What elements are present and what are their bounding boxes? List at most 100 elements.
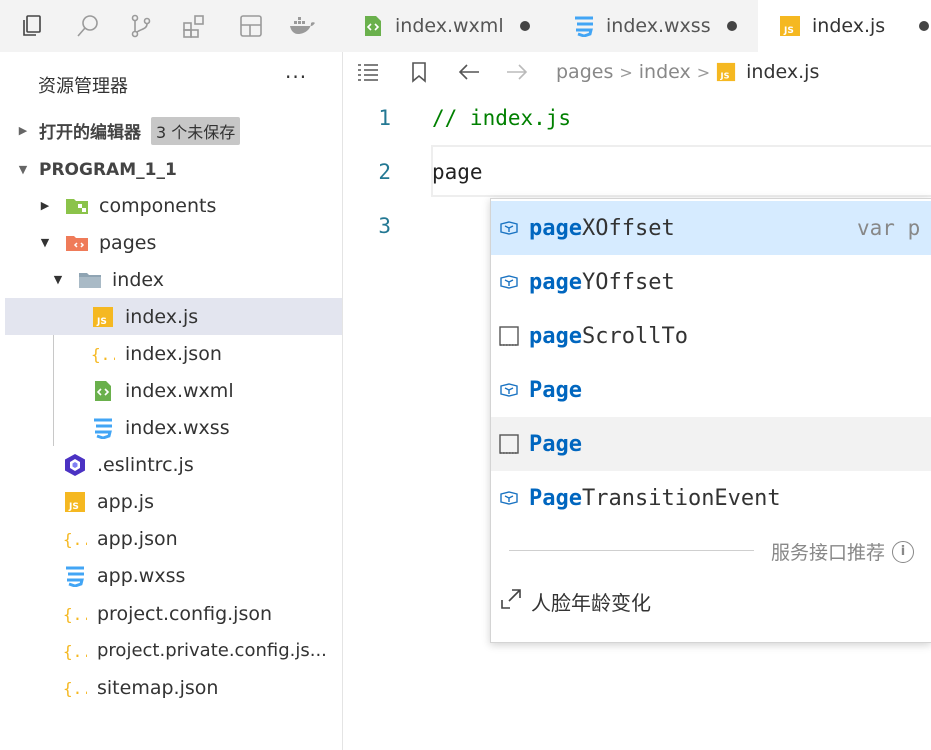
suggestion-item[interactable]: Page	[491, 417, 931, 471]
forward-arrow-icon[interactable]	[505, 60, 529, 84]
tree-item-components[interactable]: ▶ components	[5, 187, 342, 224]
tree-item-index-json[interactable]: {..} index.json	[5, 335, 342, 372]
variable-icon	[497, 216, 521, 240]
suggestion-item[interactable]: Page TransitionEvent	[491, 471, 931, 525]
svg-text:{..}: {..}	[63, 530, 87, 549]
chevron-right-icon: ▶	[40, 199, 50, 212]
layout-icon[interactable]	[237, 12, 265, 40]
tab-index-js[interactable]: JS index.js	[758, 0, 931, 52]
tree-item-label: index	[112, 268, 164, 291]
breadcrumb: pages > index > JS index.js	[556, 61, 819, 83]
svg-text:{..}: {..}	[63, 642, 87, 661]
tree-item-app-js[interactable]: JS app.js	[5, 483, 342, 520]
tree-item-index-folder[interactable]: ▼ index	[5, 261, 342, 298]
svg-text:{..}: {..}	[91, 345, 115, 364]
unsaved-dot-icon[interactable]	[919, 21, 930, 31]
js-file-icon: JS	[91, 305, 115, 329]
explorer-icon[interactable]	[18, 12, 46, 40]
info-icon[interactable]: i	[892, 540, 915, 563]
js-file-icon: JS	[63, 490, 87, 514]
tree-item-label: index.js	[125, 305, 199, 328]
unsaved-badge: 3 个未保存	[151, 116, 241, 145]
tree-item-sitemap[interactable]: {..} sitemap.json	[5, 669, 342, 706]
code-line-2[interactable]: page	[432, 160, 483, 184]
suggestion-match: Page	[529, 485, 582, 511]
suggestion-match: page	[529, 215, 582, 241]
tree-item-label: pages	[99, 231, 157, 254]
svg-text:JS: JS	[720, 70, 730, 80]
bookmark-icon[interactable]	[407, 60, 431, 84]
suggestion-item[interactable]: Page	[491, 363, 931, 417]
folder-icon	[78, 268, 102, 292]
breadcrumb-item-file[interactable]: index.js	[746, 61, 819, 83]
source-control-icon[interactable]	[127, 12, 155, 40]
back-arrow-icon[interactable]	[457, 60, 481, 84]
svg-text:JS: JS	[96, 317, 107, 327]
tab-label: index.js	[812, 15, 886, 37]
variable-icon	[497, 486, 521, 510]
code-line-1[interactable]: // index.js	[432, 106, 571, 130]
tree-item-app-wxss[interactable]: app.wxss	[5, 557, 342, 594]
wxml-file-icon	[361, 14, 385, 38]
breadcrumb-item-pages[interactable]: pages	[556, 61, 613, 83]
service-suggestion-item[interactable]: 人脸年龄变化	[499, 587, 651, 616]
suggestion-match: page	[529, 323, 582, 349]
tree-item-project-config[interactable]: {..} project.config.json	[5, 595, 342, 632]
line-number: 2	[378, 160, 391, 184]
search-icon[interactable]	[74, 12, 102, 40]
project-section[interactable]: ▼ PROGRAM_1_1	[5, 153, 342, 186]
tree-item-label: .eslintrc.js	[97, 453, 194, 476]
tree-item-label: components	[99, 194, 217, 217]
variable-icon	[497, 378, 521, 402]
text-icon	[497, 432, 521, 456]
chevron-down-icon: ▼	[18, 163, 28, 176]
explorer-title: 资源管理器	[38, 76, 128, 97]
tree-item-label: index.wxss	[125, 416, 230, 439]
tree-item-label: app.js	[97, 490, 154, 513]
tree-item-eslintrc[interactable]: .eslintrc.js	[5, 446, 342, 483]
json-file-icon: {..}	[63, 676, 87, 700]
eslint-file-icon	[63, 453, 87, 477]
service-suggestion-label: 人脸年龄变化	[531, 591, 651, 615]
suggestion-rest: ScrollTo	[581, 323, 688, 349]
tree-item-index-wxss[interactable]: index.wxss	[5, 409, 342, 446]
tree-item-label: index.json	[125, 342, 222, 365]
tree-item-label: sitemap.json	[97, 676, 219, 699]
suggestion-item[interactable]: page XOffset var p	[491, 201, 931, 255]
tree-item-index-js[interactable]: JS index.js	[5, 298, 342, 335]
section-divider	[509, 550, 754, 551]
suggestion-item[interactable]: page ScrollTo	[491, 309, 931, 363]
list-icon[interactable]	[356, 60, 380, 84]
json-file-icon: {..}	[63, 639, 87, 663]
tree-item-app-json[interactable]: {..} app.json	[5, 520, 342, 557]
more-actions-button[interactable]: ···	[285, 65, 307, 89]
service-section-header: 服务接口推荐 i	[771, 538, 915, 565]
chevron-down-icon: ▼	[53, 273, 63, 286]
wxml-file-icon	[91, 379, 115, 403]
unsaved-dot-icon[interactable]	[519, 21, 530, 31]
tab-label: index.wxss	[606, 15, 711, 37]
line-number: 1	[378, 106, 391, 130]
unsaved-dot-icon[interactable]	[726, 21, 737, 31]
breadcrumb-item-index[interactable]: index	[639, 61, 691, 83]
css-file-icon	[91, 416, 115, 440]
tree-item-project-private-config[interactable]: {..} project.private.config.js...	[5, 632, 342, 669]
svg-text:JS: JS	[68, 502, 79, 512]
suggestion-match: page	[529, 269, 582, 295]
activity-bar	[0, 0, 343, 52]
tab-index-wxml[interactable]: index.wxml	[343, 0, 553, 52]
open-editors-section[interactable]: ▶ 打开的编辑器 3 个未保存	[5, 114, 342, 147]
suggestion-rest: XOffset	[581, 215, 675, 241]
docker-icon[interactable]	[288, 12, 316, 40]
tree-item-pages[interactable]: ▼ pages	[5, 224, 342, 261]
svg-text:{..}: {..}	[63, 605, 87, 624]
json-file-icon: {..}	[91, 342, 115, 366]
current-line-highlight	[431, 145, 931, 197]
tree-item-index-wxml[interactable]: index.wxml	[5, 372, 342, 409]
css-file-icon	[572, 14, 596, 38]
suggestion-item[interactable]: page YOffset	[491, 255, 931, 309]
variable-icon	[497, 270, 521, 294]
tab-index-wxss[interactable]: index.wxss	[554, 0, 757, 52]
extensions-icon[interactable]	[180, 12, 208, 40]
project-label: PROGRAM_1_1	[39, 159, 177, 180]
